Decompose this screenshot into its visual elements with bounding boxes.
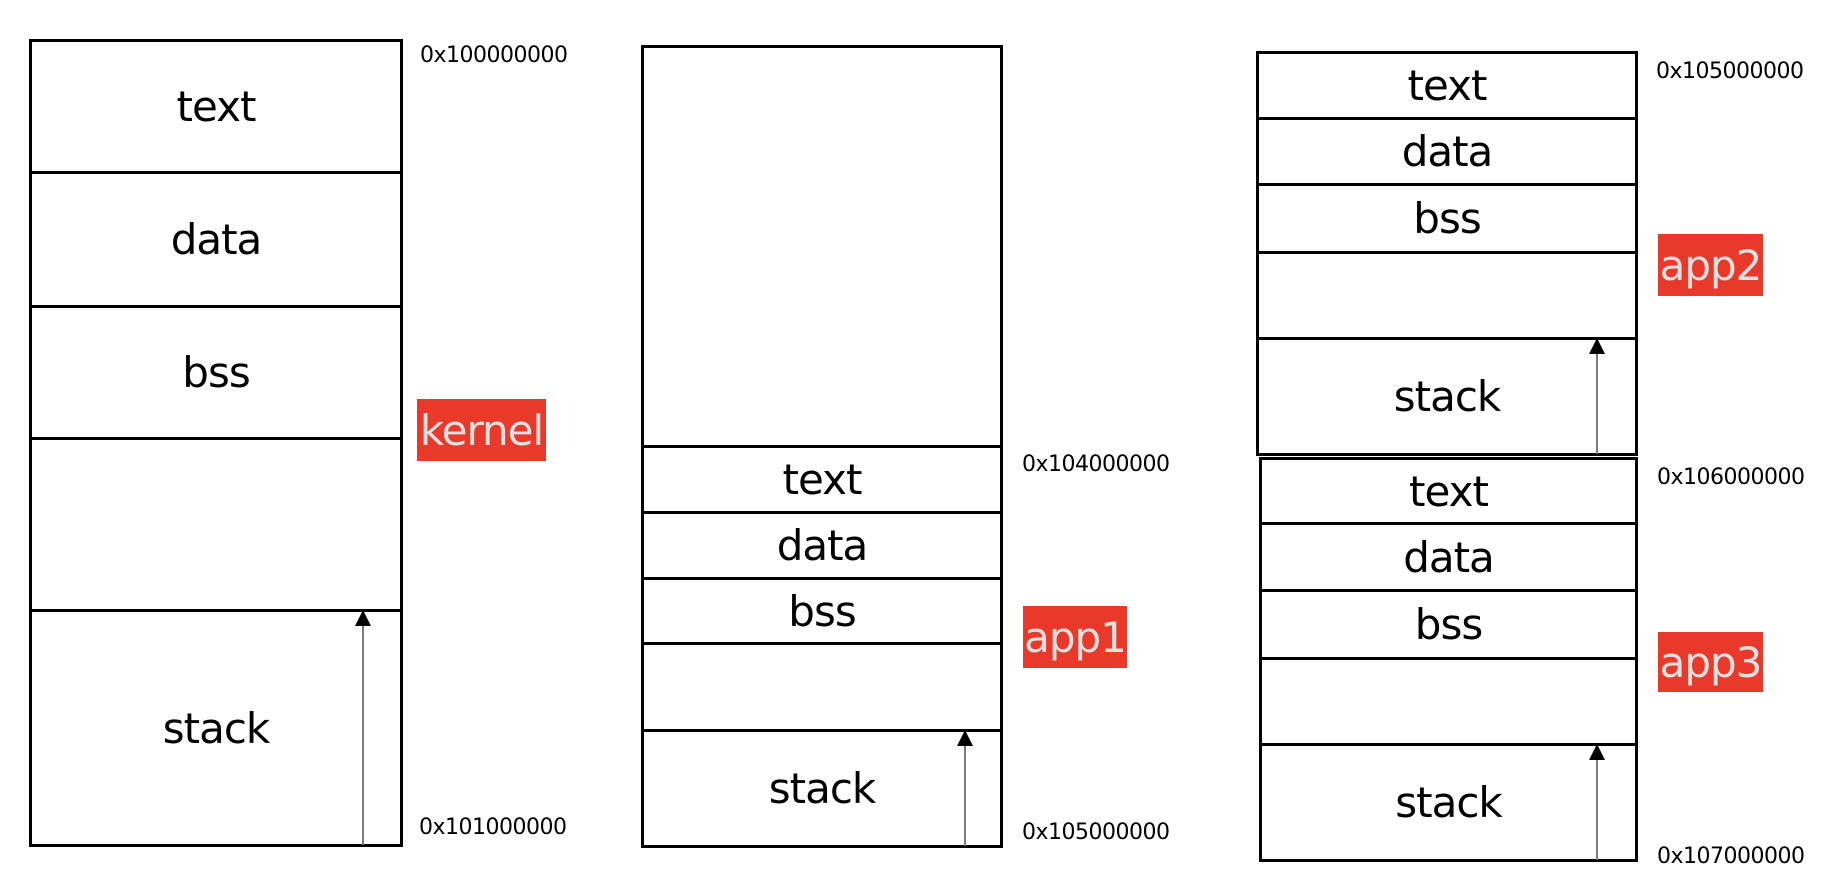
- stack-growth-arrow-line: [1596, 351, 1598, 454]
- segment-free-space: [1262, 657, 1635, 743]
- segment-free-space: [1259, 251, 1635, 337]
- segment-bss: bss: [1262, 589, 1635, 657]
- segment-label: stack: [162, 703, 271, 753]
- stack-growth-arrow-line: [362, 623, 364, 845]
- stack-growth-arrow-line: [1596, 757, 1598, 860]
- app1-memory-box: text data bss stack: [641, 45, 1003, 848]
- segment-label: bss: [1413, 194, 1481, 243]
- segment-label: bss: [788, 586, 856, 636]
- app1-start-address: 0x104000000: [1022, 452, 1170, 477]
- segment-text: text: [644, 445, 1000, 511]
- segment-label: stack: [768, 764, 877, 813]
- arrow-up-icon: [355, 610, 371, 626]
- segment-free-space: [644, 48, 1000, 445]
- kernel-end-address: 0x101000000: [419, 815, 567, 840]
- segment-label: data: [1401, 127, 1494, 176]
- segment-text: text: [1262, 460, 1635, 522]
- segment-stack: stack: [1262, 743, 1635, 859]
- segment-label: data: [170, 215, 263, 264]
- app2-start-address: 0x105000000: [1656, 59, 1804, 84]
- segment-stack: stack: [32, 609, 400, 844]
- segment-label: text: [1409, 466, 1489, 516]
- segment-stack: stack: [1259, 337, 1635, 453]
- segment-data: data: [644, 511, 1000, 577]
- app3-start-address: 0x106000000: [1657, 465, 1805, 490]
- segment-label: text: [782, 455, 863, 504]
- segment-label: stack: [1395, 778, 1503, 827]
- segment-bss: bss: [1259, 183, 1635, 251]
- segment-data: data: [1262, 522, 1635, 589]
- segment-free-space: [32, 437, 400, 609]
- segment-label: bss: [1414, 600, 1483, 649]
- segment-bss: bss: [644, 577, 1000, 642]
- segment-data: data: [32, 171, 400, 305]
- app2-badge: app2: [1658, 234, 1763, 296]
- app2-memory-box: text data bss stack: [1256, 51, 1638, 456]
- segment-stack: stack: [644, 729, 1000, 845]
- stack-growth-arrow-line: [964, 743, 966, 846]
- segment-label: bss: [182, 348, 250, 397]
- app3-end-address: 0x107000000: [1657, 844, 1805, 869]
- arrow-up-icon: [1589, 744, 1605, 760]
- arrow-up-icon: [957, 730, 973, 746]
- segment-free-space: [644, 642, 1000, 729]
- segment-label: data: [776, 521, 869, 570]
- segment-data: data: [1259, 117, 1635, 183]
- app3-memory-box: text data bss stack: [1259, 457, 1638, 862]
- arrow-up-icon: [1589, 338, 1605, 354]
- kernel-start-address: 0x100000000: [420, 43, 568, 68]
- segment-label: stack: [1393, 372, 1502, 421]
- segment-text: text: [32, 42, 400, 171]
- kernel-badge: kernel: [417, 399, 546, 461]
- segment-label: text: [176, 82, 257, 131]
- app1-end-address: 0x105000000: [1022, 820, 1170, 845]
- segment-bss: bss: [32, 305, 400, 437]
- segment-label: data: [1403, 532, 1495, 582]
- segment-text: text: [1259, 54, 1635, 117]
- app3-badge: app3: [1658, 632, 1763, 692]
- kernel-memory-box: text data bss stack: [29, 39, 403, 847]
- app1-badge: app1: [1023, 606, 1127, 668]
- segment-label: text: [1407, 61, 1488, 110]
